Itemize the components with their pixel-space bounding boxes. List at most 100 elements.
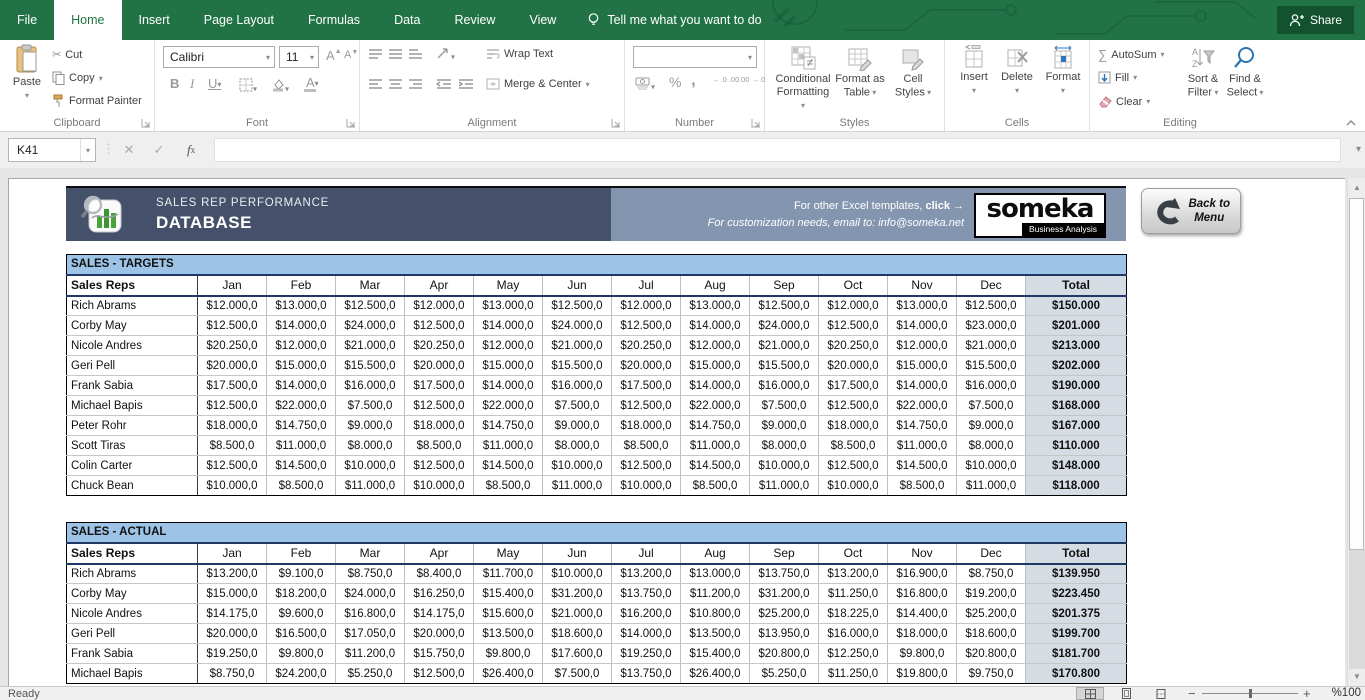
month-value-cell[interactable]: $20.000,0 (198, 624, 267, 644)
month-value-cell[interactable]: $11.000,0 (543, 476, 612, 496)
total-value-cell[interactable]: $201.000 (1026, 316, 1127, 336)
month-value-cell[interactable]: $9.600,0 (267, 604, 336, 624)
month-value-cell[interactable]: $22.000,0 (474, 396, 543, 416)
month-value-cell[interactable]: $9.800,0 (888, 644, 957, 664)
month-value-cell[interactable]: $8.000,0 (543, 436, 612, 456)
month-value-cell[interactable]: $20.800,0 (957, 644, 1026, 664)
month-value-cell[interactable]: $21.000,0 (543, 604, 612, 624)
month-value-cell[interactable]: $9.000,0 (750, 416, 819, 436)
column-header-total[interactable]: Total (1026, 275, 1127, 296)
month-value-cell[interactable]: $16.000,0 (543, 376, 612, 396)
column-header-month[interactable]: Sep (750, 543, 819, 564)
column-header-month[interactable]: Nov (888, 275, 957, 296)
month-value-cell[interactable]: $15.500,0 (543, 356, 612, 376)
month-value-cell[interactable]: $12.500,0 (198, 396, 267, 416)
total-value-cell[interactable]: $148.000 (1026, 456, 1127, 476)
align-center-icon[interactable] (388, 78, 403, 93)
month-value-cell[interactable]: $12.500,0 (405, 316, 474, 336)
month-value-cell[interactable]: $21.000,0 (750, 336, 819, 356)
tab-review[interactable]: Review (437, 0, 512, 40)
month-value-cell[interactable]: $11.000,0 (888, 436, 957, 456)
column-header-month[interactable]: Jun (543, 275, 612, 296)
month-value-cell[interactable]: $7.500,0 (750, 396, 819, 416)
comma-style-button[interactable]: , (691, 70, 696, 90)
sales-rep-name-cell[interactable]: Corby May (67, 584, 198, 604)
month-value-cell[interactable]: $16.000,0 (957, 376, 1026, 396)
month-value-cell[interactable]: $8.750,0 (198, 664, 267, 684)
column-header-sales-reps[interactable]: Sales Reps (67, 275, 198, 296)
copy-button[interactable]: Copy▾ (52, 71, 103, 85)
month-value-cell[interactable]: $13.750,0 (612, 664, 681, 684)
clear-button[interactable]: Clear▾ (1098, 95, 1150, 108)
month-value-cell[interactable]: $20.250,0 (819, 336, 888, 356)
tab-home[interactable]: Home (54, 0, 121, 40)
month-value-cell[interactable]: $17.500,0 (612, 376, 681, 396)
total-value-cell[interactable]: $150.000 (1026, 296, 1127, 316)
month-value-cell[interactable]: $15.000,0 (267, 356, 336, 376)
month-value-cell[interactable]: $16.200,0 (612, 604, 681, 624)
month-value-cell[interactable]: $13.500,0 (474, 624, 543, 644)
zoom-level[interactable]: %100 (1332, 687, 1361, 699)
month-value-cell[interactable]: $9.800,0 (474, 644, 543, 664)
month-value-cell[interactable]: $12.000,0 (267, 336, 336, 356)
cancel-entry-button[interactable]: ✕ (116, 138, 142, 162)
month-value-cell[interactable]: $8.000,0 (336, 436, 405, 456)
month-value-cell[interactable]: $8.500,0 (405, 436, 474, 456)
month-value-cell[interactable]: $14.000,0 (267, 376, 336, 396)
month-value-cell[interactable]: $12.500,0 (612, 456, 681, 476)
month-value-cell[interactable]: $24.000,0 (543, 316, 612, 336)
month-value-cell[interactable]: $13.000,0 (474, 296, 543, 316)
month-value-cell[interactable]: $9.000,0 (957, 416, 1026, 436)
scrollbar-thumb[interactable] (1349, 198, 1364, 550)
month-value-cell[interactable]: $7.500,0 (543, 396, 612, 416)
total-value-cell[interactable]: $190.000 (1026, 376, 1127, 396)
column-header-month[interactable]: Feb (267, 275, 336, 296)
month-value-cell[interactable]: $13.000,0 (681, 296, 750, 316)
month-value-cell[interactable]: $7.500,0 (543, 664, 612, 684)
month-value-cell[interactable]: $7.500,0 (336, 396, 405, 416)
month-value-cell[interactable]: $16.000,0 (819, 624, 888, 644)
sales-rep-name-cell[interactable]: Scott Tiras (67, 436, 198, 456)
month-value-cell[interactable]: $12.500,0 (405, 396, 474, 416)
increase-indent-icon[interactable] (458, 78, 474, 93)
month-value-cell[interactable]: $12.000,0 (819, 296, 888, 316)
month-value-cell[interactable]: $26.400,0 (681, 664, 750, 684)
month-value-cell[interactable]: $12.250,0 (819, 644, 888, 664)
month-value-cell[interactable]: $18.000,0 (612, 416, 681, 436)
column-header-month[interactable]: Jul (612, 543, 681, 564)
column-header-sales-reps[interactable]: Sales Reps (67, 543, 198, 564)
month-value-cell[interactable]: $14.500,0 (474, 456, 543, 476)
month-value-cell[interactable]: $11.700,0 (474, 564, 543, 584)
column-header-month[interactable]: May (474, 275, 543, 296)
month-value-cell[interactable]: $16.800,0 (336, 604, 405, 624)
month-value-cell[interactable]: $20.800,0 (750, 644, 819, 664)
back-to-menu-button[interactable]: Back toMenu (1141, 188, 1241, 234)
month-value-cell[interactable]: $11.200,0 (681, 584, 750, 604)
month-value-cell[interactable]: $11.200,0 (336, 644, 405, 664)
insert-cells-button[interactable]: Insert▾ (955, 45, 993, 97)
month-value-cell[interactable]: $15.400,0 (681, 644, 750, 664)
zoom-out-button[interactable]: − (1188, 686, 1196, 700)
month-value-cell[interactable]: $12.500,0 (612, 396, 681, 416)
month-value-cell[interactable]: $24.000,0 (750, 316, 819, 336)
month-value-cell[interactable]: $20.000,0 (612, 356, 681, 376)
month-value-cell[interactable]: $10.000,0 (543, 564, 612, 584)
total-value-cell[interactable]: $110.000 (1026, 436, 1127, 456)
underline-button[interactable]: U▾ (205, 76, 224, 91)
delete-cells-button[interactable]: Delete▾ (997, 45, 1037, 97)
zoom-slider-handle[interactable] (1249, 689, 1252, 698)
month-value-cell[interactable]: $19.250,0 (198, 644, 267, 664)
month-value-cell[interactable]: $10.000,0 (750, 456, 819, 476)
month-value-cell[interactable]: $15.500,0 (336, 356, 405, 376)
font-name-combo[interactable]: Calibri▾ (163, 46, 275, 68)
confirm-entry-button[interactable]: ✓ (146, 138, 172, 162)
month-value-cell[interactable]: $13.000,0 (267, 296, 336, 316)
month-value-cell[interactable]: $24.200,0 (267, 664, 336, 684)
month-value-cell[interactable]: $8.000,0 (750, 436, 819, 456)
month-value-cell[interactable]: $17.600,0 (543, 644, 612, 664)
tab-view[interactable]: View (512, 0, 573, 40)
month-value-cell[interactable]: $25.200,0 (957, 604, 1026, 624)
month-value-cell[interactable]: $14.000,0 (681, 376, 750, 396)
month-value-cell[interactable]: $22.000,0 (681, 396, 750, 416)
month-value-cell[interactable]: $12.000,0 (198, 296, 267, 316)
